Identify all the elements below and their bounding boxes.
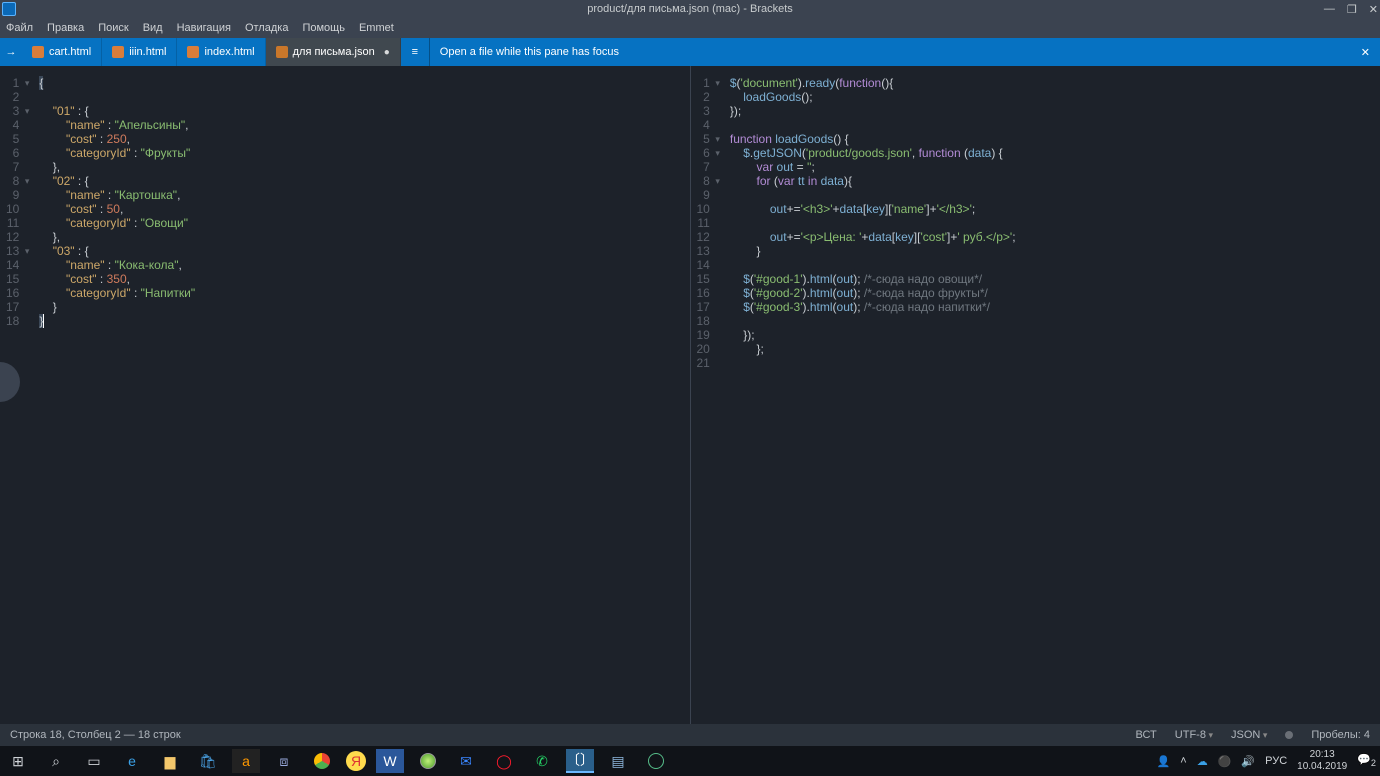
menu-debug[interactable]: Отладка [245, 22, 288, 34]
tab-label: iiin.html [129, 46, 166, 58]
lock-app-icon[interactable] [642, 749, 670, 773]
second-pane-hint: Open a file while this pane has focus [440, 46, 619, 58]
status-bar: Строка 18, Столбец 2 — 18 строк ВСТ UTF-… [0, 724, 1380, 746]
status-encoding[interactable]: UTF-8 [1175, 729, 1213, 741]
yandex-icon[interactable]: Я [346, 751, 366, 771]
volume-icon[interactable]: 🔊 [1241, 755, 1255, 768]
menubar: Файл Правка Поиск Вид Навигация Отладка … [0, 18, 1380, 38]
tabs-back-icon[interactable]: → [0, 38, 22, 66]
taskbar: ⊞ ⌕ ▭ e ▆ 🛍 a ⧈ Я W ✉ ◯ ✆ 〔〕 ▤ 👤 ˄ ☁ ⚫ 🔊… [0, 746, 1380, 776]
opera-icon[interactable]: ◯ [490, 749, 518, 773]
menu-view[interactable]: Вид [143, 22, 163, 34]
tab-label: cart.html [49, 46, 91, 58]
close-pane-icon[interactable]: ✕ [1361, 46, 1370, 59]
menu-nav[interactable]: Навигация [177, 22, 231, 34]
close-button[interactable]: ✕ [1369, 3, 1378, 16]
file-icon [187, 46, 199, 58]
brackets-icon[interactable]: 〔〕 [566, 749, 594, 773]
word-icon[interactable]: W [376, 749, 404, 773]
tab-iiin[interactable]: iiin.html [102, 38, 177, 66]
amazon-icon[interactable]: a [232, 749, 260, 773]
second-pane-header[interactable]: Open a file while this pane has focus ✕ [429, 38, 1380, 66]
onedrive-icon[interactable]: ☁ [1197, 755, 1208, 768]
window-title: product/для письма.json (mac) - Brackets [587, 3, 793, 15]
tray-chevron-icon[interactable]: ˄ [1180, 755, 1186, 767]
notepad-icon[interactable]: ▤ [604, 749, 632, 773]
explorer-icon[interactable]: ▆ [156, 749, 184, 773]
start-button[interactable]: ⊞ [4, 749, 32, 773]
input-lang[interactable]: РУС [1265, 755, 1287, 767]
file-icon [32, 46, 44, 58]
clock-date: 10.04.2019 [1297, 761, 1347, 773]
gutter-right: 1▾2345▾6▾78▾9101112131415161718192021 [691, 66, 714, 724]
green-app-icon[interactable] [414, 749, 442, 773]
tab-label: для письма.json [293, 46, 375, 58]
file-icon [112, 46, 124, 58]
tab-cart[interactable]: cart.html [22, 38, 102, 66]
status-dot-icon [1285, 731, 1293, 739]
network-icon[interactable]: ⚫ [1218, 755, 1232, 768]
action-center-icon[interactable]: 💬2 [1357, 753, 1376, 768]
taskview-icon[interactable]: ▭ [80, 749, 108, 773]
status-indent[interactable]: Пробелы: 4 [1311, 729, 1370, 741]
tab-label: index.html [204, 46, 254, 58]
menu-help[interactable]: Помощь [302, 22, 345, 34]
app-logo-icon [2, 2, 16, 16]
menu-search[interactable]: Поиск [98, 22, 128, 34]
cursor-position[interactable]: Строка 18, Столбец 2 — 18 строк [10, 729, 181, 741]
edge-icon[interactable]: e [118, 749, 146, 773]
code-left[interactable]: { "01" : { "name" : "Апельсины", "cost" … [23, 66, 195, 724]
clock[interactable]: 20:13 10.04.2019 [1297, 749, 1347, 773]
editor-right[interactable]: 1▾2345▾6▾78▾9101112131415161718192021 $(… [690, 66, 1380, 724]
code-right[interactable]: $('document').ready(function(){ loadGood… [714, 66, 1016, 724]
tab-json[interactable]: для письма.json ● [266, 38, 401, 66]
maximize-button[interactable]: ❐ [1347, 3, 1357, 16]
window-controls: — ❐ ✕ [1324, 3, 1378, 16]
file-icon [276, 46, 288, 58]
menu-file[interactable]: Файл [6, 22, 33, 34]
status-insert[interactable]: ВСТ [1136, 729, 1157, 741]
clock-time: 20:13 [1297, 749, 1347, 761]
dropbox-icon[interactable]: ⧈ [270, 749, 298, 773]
editor-left[interactable]: 1▾23▾45678▾910111213▾1415161718 { "01" :… [0, 66, 690, 724]
modified-dot-icon: ● [384, 47, 390, 58]
whatsapp-icon[interactable]: ✆ [528, 749, 556, 773]
tab-index[interactable]: index.html [177, 38, 265, 66]
mail-icon[interactable]: ✉ [452, 749, 480, 773]
store-icon[interactable]: 🛍 [194, 749, 222, 773]
system-tray: 👤 ˄ ☁ ⚫ 🔊 РУС 20:13 10.04.2019 💬2 [1157, 749, 1376, 773]
minimize-button[interactable]: — [1324, 3, 1335, 16]
chrome-icon[interactable] [308, 749, 336, 773]
titlebar: product/для письма.json (mac) - Brackets… [0, 0, 1380, 18]
status-language[interactable]: JSON [1231, 729, 1267, 741]
menu-emmet[interactable]: Emmet [359, 22, 394, 34]
tab-bar: → cart.html iiin.html index.html для пис… [0, 38, 1380, 66]
editor-area: 1▾23▾45678▾910111213▾1415161718 { "01" :… [0, 66, 1380, 724]
people-icon[interactable]: 👤 [1157, 755, 1171, 768]
split-pane-icon[interactable]: ≡ [401, 38, 429, 66]
search-icon[interactable]: ⌕ [42, 749, 70, 773]
menu-edit[interactable]: Правка [47, 22, 84, 34]
